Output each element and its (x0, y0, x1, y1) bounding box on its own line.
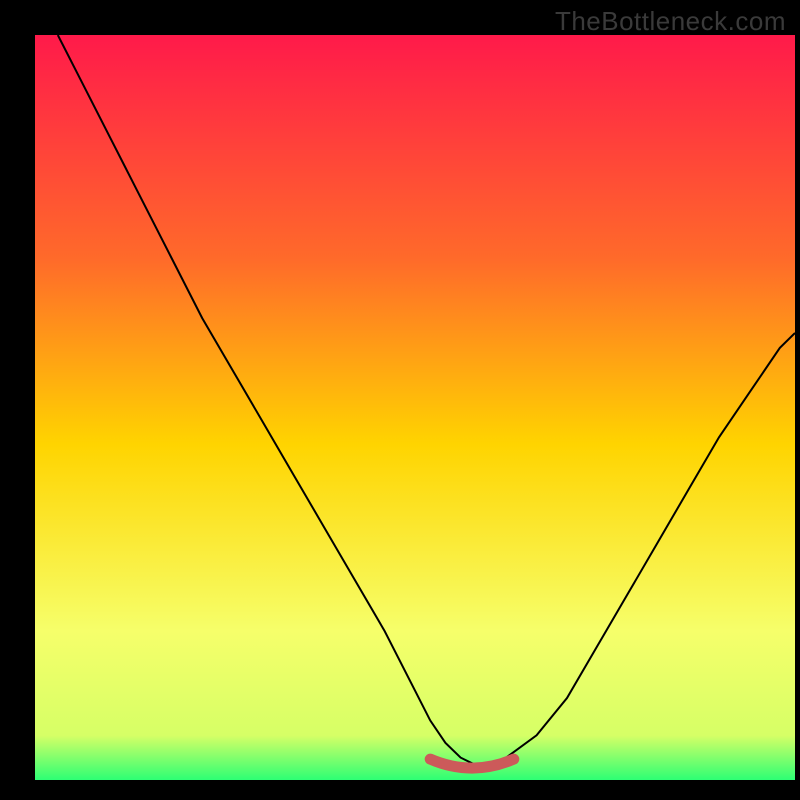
attribution-text: TheBottleneck.com (555, 6, 786, 37)
chart-plot-area (35, 35, 795, 780)
gradient-background (35, 35, 795, 780)
bottleneck-chart (35, 35, 795, 780)
